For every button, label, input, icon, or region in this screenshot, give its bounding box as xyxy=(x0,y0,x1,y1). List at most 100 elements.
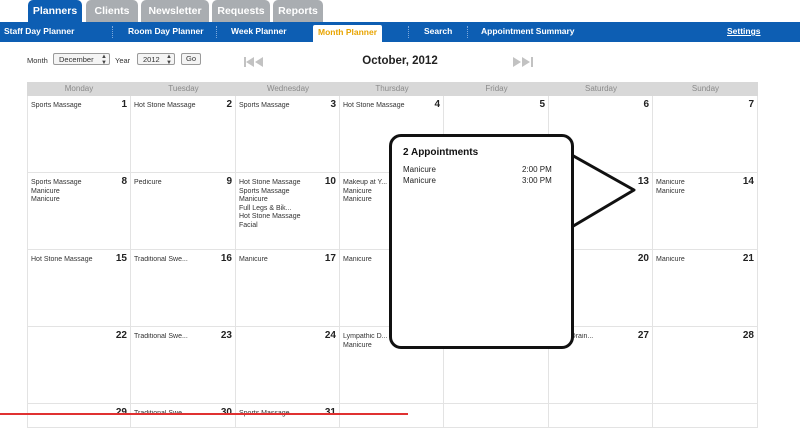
appointment-entry[interactable]: Traditional Swe... xyxy=(134,256,221,265)
day-number: 24 xyxy=(324,330,336,341)
subnav-month-planner[interactable]: Month Planner xyxy=(313,25,383,42)
calendar-day-cell[interactable]: 8 Sports Massage Manicure Manicure xyxy=(27,173,131,250)
calendar-day-cell[interactable]: 3 Sports Massage xyxy=(236,96,340,173)
day-appointments: Traditional Swe... xyxy=(134,256,221,265)
calendar-day-cell[interactable]: 23 Traditional Swe... xyxy=(131,327,236,404)
day-appointments: Hot Stone Massage Sports Massage Manicure F… xyxy=(239,179,325,231)
appointment-entry[interactable]: Traditional Swe... xyxy=(134,333,221,342)
calendar-day-cell[interactable]: 28 xyxy=(653,327,758,404)
subnav-appointment-summary[interactable]: Appointment Summary xyxy=(481,22,575,42)
tab-clients[interactable]: Clients xyxy=(86,0,138,22)
day-appointments: Pedicure xyxy=(134,179,221,188)
day-number: 14 xyxy=(742,176,754,187)
calendar-day-cell[interactable]: 29 xyxy=(27,404,131,428)
subnav-divider xyxy=(216,26,217,38)
calendar-day-cell[interactable]: 17 Manicure xyxy=(236,250,340,327)
calendar-day-cell[interactable]: 9 Pedicure xyxy=(131,173,236,250)
previous-month-arrow-icon[interactable] xyxy=(243,56,265,68)
appointment-entry[interactable]: Sports Massage xyxy=(239,102,325,111)
appointment-entry[interactable]: Manicure xyxy=(656,179,743,188)
month-label: Month xyxy=(27,56,48,65)
appointment-entry[interactable]: Sports Massage xyxy=(239,188,325,197)
calendar-day-cell[interactable]: 16 Traditional Swe... xyxy=(131,250,236,327)
appointment-entry[interactable]: Sports Massage xyxy=(31,102,116,111)
appointment-entry[interactable]: Hot Stone Massage xyxy=(343,102,429,111)
calendar-day-cell[interactable]: 14 Manicure Manicure xyxy=(653,173,758,250)
day-number: 20 xyxy=(637,253,649,264)
calendar-day-cell[interactable]: 10 Hot Stone Massage Sports Massage Manicur… xyxy=(236,173,340,250)
day-header-friday: Friday xyxy=(444,82,549,96)
day-appointments: Hot Stone Massage xyxy=(31,256,116,265)
month-controls: Month December ▲ ▼ Year 2012 ▲ ▼ Go Octobe… xyxy=(0,42,800,80)
calendar-day-cell[interactable]: 22 xyxy=(27,327,131,404)
calendar-day-cell[interactable] xyxy=(549,404,653,428)
year-select[interactable]: 2012 ▲ ▼ xyxy=(137,53,175,66)
appointment-entry[interactable]: Sports Massage xyxy=(31,179,116,188)
calendar-day-cell[interactable]: 2 Hot Stone Massage xyxy=(131,96,236,173)
day-number: 10 xyxy=(324,176,336,187)
appointment-entry[interactable]: Hot Stone Massage xyxy=(239,179,325,188)
subnav-week-planner[interactable]: Week Planner xyxy=(231,22,287,42)
day-header-thursday: Thursday xyxy=(340,82,444,96)
appointment-entry[interactable]: Hot Stone Massage xyxy=(134,102,221,111)
day-number: 22 xyxy=(115,330,127,341)
day-number: 1 xyxy=(121,99,127,110)
appointment-entry[interactable]: Full Legs & Bik... xyxy=(239,205,325,214)
tab-reports[interactable]: Reports xyxy=(273,0,323,22)
day-appointments: Hot Stone Massage xyxy=(134,102,221,111)
day-appointments: Manicure Manicure xyxy=(656,179,743,196)
tab-newsletter[interactable]: Newsletter xyxy=(141,0,209,22)
popup-appointment-service[interactable]: Manicure xyxy=(403,176,436,185)
subnav-room-day-planner[interactable]: Room Day Planner xyxy=(128,22,204,42)
calendar-day-cell[interactable]: 30Traditional Swe... xyxy=(131,404,236,428)
subnav-staff-day-planner[interactable]: Staff Day Planner xyxy=(4,22,74,42)
playback-progress-line xyxy=(0,413,408,415)
day-appointments: Sports Massage xyxy=(239,102,325,111)
day-header-tuesday: Tuesday xyxy=(131,82,236,96)
calendar-day-cell[interactable] xyxy=(653,404,758,428)
calendar-day-cell[interactable]: 31Sports Massage xyxy=(236,404,340,428)
day-number: 7 xyxy=(748,99,754,110)
appointment-entry[interactable]: Facial xyxy=(239,222,325,231)
appointment-entry[interactable]: Manicure xyxy=(31,196,116,205)
appointment-entry[interactable]: Manicure xyxy=(656,188,743,197)
appointment-entry[interactable]: Manicure xyxy=(239,196,325,205)
appointment-entry[interactable]: Manicure xyxy=(239,256,325,265)
day-number: 5 xyxy=(539,99,545,110)
calendar-day-cell[interactable] xyxy=(340,404,444,428)
popup-appointment-service[interactable]: Manicure xyxy=(403,165,436,174)
calendar-day-cell[interactable]: 1 Sports Massage xyxy=(27,96,131,173)
day-appointments: Manicure xyxy=(239,256,325,265)
calendar-day-cell[interactable] xyxy=(444,404,549,428)
tab-planners[interactable]: Planners xyxy=(28,0,82,22)
calendar-day-cell[interactable]: 15 Hot Stone Massage xyxy=(27,250,131,327)
appointment-entry[interactable]: Pedicure xyxy=(134,179,221,188)
appointment-entry[interactable]: Manicure xyxy=(31,188,116,197)
subnav-divider xyxy=(112,26,113,38)
day-number: 17 xyxy=(324,253,336,264)
tab-requests[interactable]: Requests xyxy=(212,0,270,22)
day-appointments: Hot Stone Massage xyxy=(343,102,429,111)
popup-title: 2 Appointments xyxy=(403,147,479,158)
select-arrows-icon: ▲ ▼ xyxy=(166,54,172,66)
day-number: 3 xyxy=(330,99,336,110)
subnav-settings-link[interactable]: Settings xyxy=(727,22,761,42)
calendar-day-cell[interactable]: 7 xyxy=(653,96,758,173)
day-number: 23 xyxy=(220,330,232,341)
day-appointments: Sports Massage xyxy=(31,102,116,111)
select-arrows-icon: ▲ ▼ xyxy=(101,54,107,66)
month-select[interactable]: December ▲ ▼ xyxy=(53,53,110,66)
subnav-divider xyxy=(408,26,409,38)
day-number: 15 xyxy=(115,253,127,264)
day-appointments: Sports Massage Manicure Manicure xyxy=(31,179,116,205)
appointments-popup: 2 Appointments Manicure 2:00 PM Manicure… xyxy=(389,134,574,349)
appointment-entry[interactable]: Hot Stone Massage xyxy=(31,256,116,265)
calendar-day-cell[interactable]: 21 Manicure xyxy=(653,250,758,327)
subnav-search[interactable]: Search xyxy=(424,22,452,42)
day-appointments: Manicure xyxy=(656,256,743,265)
calendar-day-cell[interactable]: 24 xyxy=(236,327,340,404)
appointment-entry[interactable]: Hot Stone Massage xyxy=(239,213,325,222)
next-month-arrow-icon[interactable] xyxy=(512,56,534,68)
appointment-entry[interactable]: Manicure xyxy=(656,256,743,265)
go-button[interactable]: Go xyxy=(181,53,201,65)
